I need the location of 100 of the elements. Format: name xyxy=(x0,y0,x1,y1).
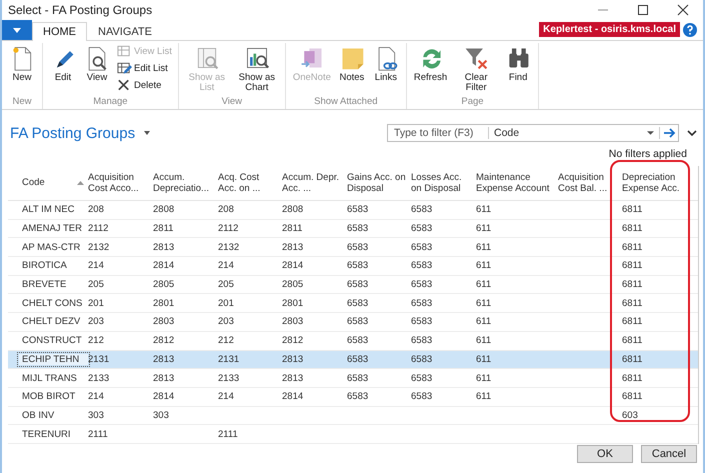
table-cell-text: 303 xyxy=(88,410,105,421)
table-cell-text: 2801 xyxy=(282,298,304,309)
table-cell-text: 603 xyxy=(622,410,639,421)
table-cell-text: AMENAJ TER xyxy=(22,223,84,234)
table-cell-text: AP MAS-CTR xyxy=(22,242,82,253)
table-row[interactable]: TERENURI 2111 2111 xyxy=(8,425,698,444)
ribbon-button[interactable]: Notes xyxy=(336,43,368,96)
column-header[interactable]: Maintenance Expense Account xyxy=(476,172,558,194)
table-cell-text: 2813 xyxy=(282,242,304,253)
ribbon-button[interactable]: Links xyxy=(370,43,402,96)
table-cell-text: 611 xyxy=(476,260,492,272)
table-row[interactable]: CHELT DEZV 203 2803 203 2803 6583 6583 611 6811 xyxy=(8,313,698,332)
table-cell-text: MIJL TRANS xyxy=(22,372,78,384)
table-cell-text: 214 xyxy=(88,260,105,272)
table-cell-text: 2112 xyxy=(218,223,240,234)
table-cell-text: 2814 xyxy=(153,391,176,402)
ribbon-button[interactable]: New xyxy=(6,43,38,96)
table-cell-text: 201 xyxy=(88,298,105,309)
caret-icon xyxy=(647,131,654,135)
column-header[interactable]: Accum. Depreciatio... xyxy=(153,172,218,194)
dialog-button[interactable]: OK xyxy=(577,445,633,463)
table-cell-text: 205 xyxy=(88,279,105,290)
table-cell-text: 611 xyxy=(476,354,492,365)
filter-box[interactable]: Type to filter (F3) Code xyxy=(387,124,679,142)
ribbon-button[interactable]: Delete xyxy=(115,77,174,93)
caret-icon[interactable] xyxy=(143,130,152,136)
ribbon-button[interactable]: Clear Filter xyxy=(452,43,500,96)
table-cell-text: 6811 xyxy=(622,279,644,290)
table-row[interactable]: BREVETE 205 2805 205 2805 6583 6583 611 6811 xyxy=(8,276,698,294)
table-cell-text: 208 xyxy=(218,204,235,216)
table-cell-text: 2814 xyxy=(153,260,176,272)
app-menu-button[interactable] xyxy=(2,20,32,40)
table-cell-text: 2808 xyxy=(282,204,304,216)
table-cell: ECHIP TEHN xyxy=(19,354,88,365)
table-cell-text: 214 xyxy=(218,260,235,272)
ribbon-tab[interactable]: HOME xyxy=(32,22,87,41)
table-row[interactable]: CHELT CONS 201 2801 201 2801 6583 6583 611 6811 xyxy=(8,294,698,314)
sort-arrow-icon xyxy=(77,180,84,185)
column-header[interactable]: Accum. Depr. Acc. ... xyxy=(282,172,347,194)
column-header[interactable]: Losses Acc. on Disposal xyxy=(411,172,476,194)
table-row[interactable]: OB INV 303 303 603 xyxy=(8,406,698,426)
window-title: Select - FA Posting Groups xyxy=(8,3,152,17)
ribbon-button[interactable]: Edit List xyxy=(115,60,174,76)
column-header[interactable]: Gains Acc. on Disposal xyxy=(347,172,411,194)
table-cell-text: 2805 xyxy=(282,279,304,290)
table-cell-text: 2801 xyxy=(153,298,176,309)
table-row[interactable]: MOB BIROT 214 2814 214 2814 6583 6583 611 6811 xyxy=(8,388,698,407)
table-cell-text: 212 xyxy=(218,335,235,346)
help-icon[interactable] xyxy=(683,23,697,37)
table-cell-text: 2811 xyxy=(282,223,304,234)
table-cell-text: 2813 xyxy=(282,372,304,384)
table-cell-text: OB INV xyxy=(22,410,56,421)
table-row[interactable]: AP MAS-CTR 2132 2813 2132 2813 6583 6583 611 6811 xyxy=(8,238,698,258)
table-cell-text: 2808 xyxy=(153,204,176,216)
column-header[interactable]: Acquisition Cost Bal. ... xyxy=(558,172,622,194)
server-badge: Keplertest - osiris.kms.local xyxy=(539,22,680,37)
table-cell-text: TERENURI xyxy=(22,428,72,440)
table-cell-text: 2812 xyxy=(153,335,176,346)
table-cell-text: 214 xyxy=(88,391,105,402)
table-cell-text: MOB BIROT xyxy=(22,391,76,402)
table-cell-text: 6583 xyxy=(411,242,434,253)
ribbon-button[interactable]: Find xyxy=(502,43,534,96)
ribbon-button[interactable]: Edit xyxy=(47,43,79,96)
table-cell-text: 6583 xyxy=(347,298,370,309)
table-row[interactable]: ECHIP TEHN 2131 2813 2131 2813 6583 6583 611 6811 xyxy=(8,350,698,370)
table-cell-text: CHELT DEZV xyxy=(22,316,82,328)
column-header[interactable]: Acq. Cost Acc. on ... xyxy=(218,172,282,194)
dialog-button[interactable]: Cancel xyxy=(641,445,697,463)
table-row[interactable]: AMENAJ TER 2112 2811 2112 2811 6583 6583 611 6811 xyxy=(8,220,698,238)
chevron-down-icon[interactable] xyxy=(687,130,697,136)
column-header[interactable]: Depreciation Expense Acc. xyxy=(622,172,702,194)
column-header[interactable]: Code xyxy=(22,177,88,189)
table-cell-text: 6583 xyxy=(411,372,434,384)
ribbon-button[interactable]: Refresh xyxy=(410,43,450,96)
table-cell-text: 611 xyxy=(476,372,492,384)
ribbon-button[interactable]: Show as Chart xyxy=(232,43,281,96)
table-row[interactable]: BIROTICA 214 2814 214 2814 6583 6583 611 6811 xyxy=(8,257,698,276)
table-cell-text: 2803 xyxy=(282,316,304,328)
ribbon-tab[interactable]: NAVIGATE xyxy=(87,22,163,41)
table-cell-text: 2814 xyxy=(282,260,304,272)
column-header[interactable]: Acquisition Cost Acco... xyxy=(88,172,153,194)
table-cell-text: 2111 xyxy=(218,428,239,440)
table-cell-text: 6583 xyxy=(411,316,434,328)
table-cell-text: 6583 xyxy=(347,372,370,384)
group-label: New xyxy=(12,96,32,109)
table-cell-text: 2812 xyxy=(282,335,304,346)
table-cell-text: 6583 xyxy=(347,391,370,402)
table-cell-text: 6583 xyxy=(411,298,434,309)
table-cell-text: CONSTRUCT xyxy=(22,335,83,346)
table-cell-text: 6583 xyxy=(347,260,370,272)
table-cell-text: 611 xyxy=(476,391,492,402)
table-cell-text: 611 xyxy=(476,242,492,253)
page-title: FA Posting Groups xyxy=(10,124,136,142)
group-label: Show Attached xyxy=(314,96,378,109)
ribbon-button[interactable]: View xyxy=(81,43,113,96)
table-cell-text: CHELT CONS xyxy=(22,298,84,309)
table-cell-text: 6583 xyxy=(347,242,370,253)
table-row[interactable]: MIJL TRANS 2133 2813 2133 2813 6583 6583 611 6811 xyxy=(8,369,698,388)
filter-field-dropdown[interactable]: Code xyxy=(489,127,660,139)
table-row[interactable]: ALT IM NEC 208 2808 208 2808 6583 6583 611 6811 xyxy=(8,201,698,220)
